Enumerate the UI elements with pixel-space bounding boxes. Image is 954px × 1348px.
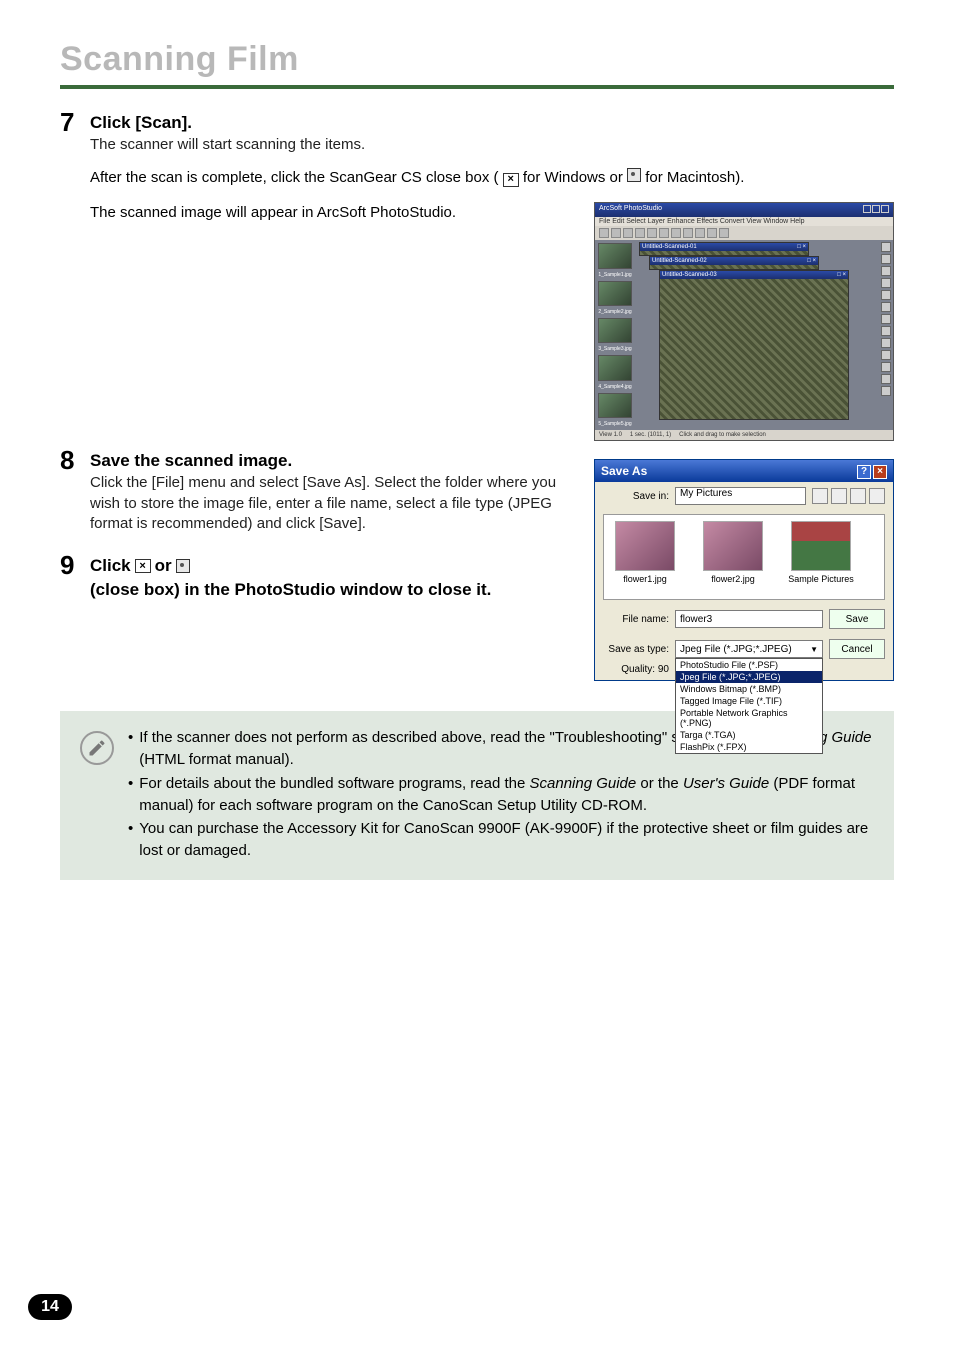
type-option[interactable]: Targa (*.TGA) (676, 729, 822, 741)
dialog-title: Save As (601, 464, 647, 478)
page-number: 14 (28, 1294, 72, 1320)
type-options[interactable]: PhotoStudio File (*.PSF) Jpeg File (*.JP… (675, 658, 823, 754)
text-italic: Scanning Guide (530, 775, 637, 792)
type-option[interactable]: Tagged Image File (*.TIF) (676, 695, 822, 707)
folder-item[interactable]: Sample Pictures (786, 521, 856, 593)
close-square-icon (627, 168, 641, 182)
step-subtext: Click the [File] menu and select [Save A… (90, 473, 574, 534)
views-icon[interactable] (869, 488, 885, 504)
step-heading: Click [Scan]. (90, 113, 894, 133)
text: After the scan is complete, click the Sc… (90, 169, 499, 186)
back-icon[interactable] (812, 488, 828, 504)
type-option[interactable]: FlashPix (*.FPX) (676, 741, 822, 753)
text: or the (640, 775, 683, 792)
type-label: Save as type: (603, 644, 669, 655)
text: for Macintosh). (645, 169, 744, 186)
pencil-icon (80, 731, 114, 765)
close-x-icon: × (503, 173, 519, 187)
text: For details about the bundled software p… (139, 775, 529, 792)
file-pane[interactable]: flower1.jpg flower2.jpg Sample Pictures (603, 514, 885, 600)
app-toolbar (595, 226, 893, 240)
type-option[interactable]: Jpeg File (*.JPG;*.JPEG) (676, 671, 822, 683)
app-titlebar: ArcSoft PhotoStudio (595, 203, 893, 217)
app-canvas: Untitled-Scanned-01□ × Untitled-Scanned-… (635, 240, 879, 430)
step-7: 7 Click [Scan]. The scanner will start s… (60, 109, 894, 441)
save-button[interactable]: Save (829, 609, 885, 629)
step-subtext: The scanner will start scanning the item… (90, 135, 894, 155)
step-heading: Save the scanned image. (90, 451, 574, 471)
text-italic: User's Guide (683, 775, 769, 792)
newfolder-icon[interactable] (850, 488, 866, 504)
step-8: 8 Save the scanned image. Click the [Fil… (60, 447, 574, 546)
thumbnail-strip: 1_Sample1.jpg 2_Sample2.jpg 3_Sample3.jp… (595, 240, 635, 430)
cancel-button[interactable]: Cancel (829, 639, 885, 659)
type-option[interactable]: Windows Bitmap (*.BMP) (676, 683, 822, 695)
close-x-icon: × (135, 559, 151, 573)
step-paragraph: After the scan is complete, click the Sc… (90, 167, 894, 188)
text: for Windows or (523, 169, 627, 186)
text: (close box) in the PhotoStudio window to… (90, 580, 491, 600)
step-heading: Click × or (close box) in the PhotoStudi… (90, 556, 574, 600)
page-title: Scanning Film (60, 40, 894, 79)
type-option[interactable]: PhotoStudio File (*.PSF) (676, 659, 822, 671)
saveas-screenshot: Save As ?× Save in: My Pictures flower1.… (594, 459, 894, 681)
step-9: 9 Click × or (close box) in the PhotoStu… (60, 552, 574, 602)
text: If the scanner does not perform as descr… (139, 729, 764, 746)
tool-palette (879, 240, 893, 430)
app-title: ArcSoft PhotoStudio (599, 205, 662, 215)
text: (HTML format manual). (139, 751, 293, 768)
file-item[interactable]: flower1.jpg (610, 521, 680, 593)
step-number: 9 (60, 552, 80, 578)
up-icon[interactable] (831, 488, 847, 504)
app-menubar: File Edit Select Layer Enhance Effects C… (595, 217, 893, 226)
filename-input[interactable] (675, 610, 823, 628)
text: Click (90, 556, 131, 576)
text: You can purchase the Accessory Kit for C… (139, 818, 874, 862)
title-rule (60, 85, 894, 89)
filename-label: File name: (603, 614, 669, 625)
chevron-down-icon: ▼ (810, 645, 818, 654)
step-number: 7 (60, 109, 80, 135)
app-statusbar: View 1.0 1 sec. (1011, 1) Click and drag… (595, 430, 893, 440)
savein-combo[interactable]: My Pictures (675, 487, 806, 505)
dialog-window-buttons: ?× (855, 463, 887, 479)
photostudio-screenshot: ArcSoft PhotoStudio File Edit Select Lay… (594, 202, 894, 441)
savein-label: Save in: (603, 491, 669, 502)
step-paragraph: The scanned image will appear in ArcSoft… (90, 202, 574, 223)
step-number: 8 (60, 447, 80, 473)
quality-label: Quality: 90 (603, 664, 669, 675)
text: or (155, 556, 172, 576)
nav-icons[interactable] (812, 488, 885, 504)
dialog-titlebar: Save As ?× (595, 460, 893, 482)
file-item[interactable]: flower2.jpg (698, 521, 768, 593)
close-square-icon (176, 559, 190, 573)
window-buttons (862, 205, 889, 215)
type-option[interactable]: Portable Network Graphics (*.PNG) (676, 707, 822, 729)
type-combo[interactable]: Jpeg File (*.JPG;*.JPEG)▼ PhotoStudio Fi… (675, 640, 823, 658)
